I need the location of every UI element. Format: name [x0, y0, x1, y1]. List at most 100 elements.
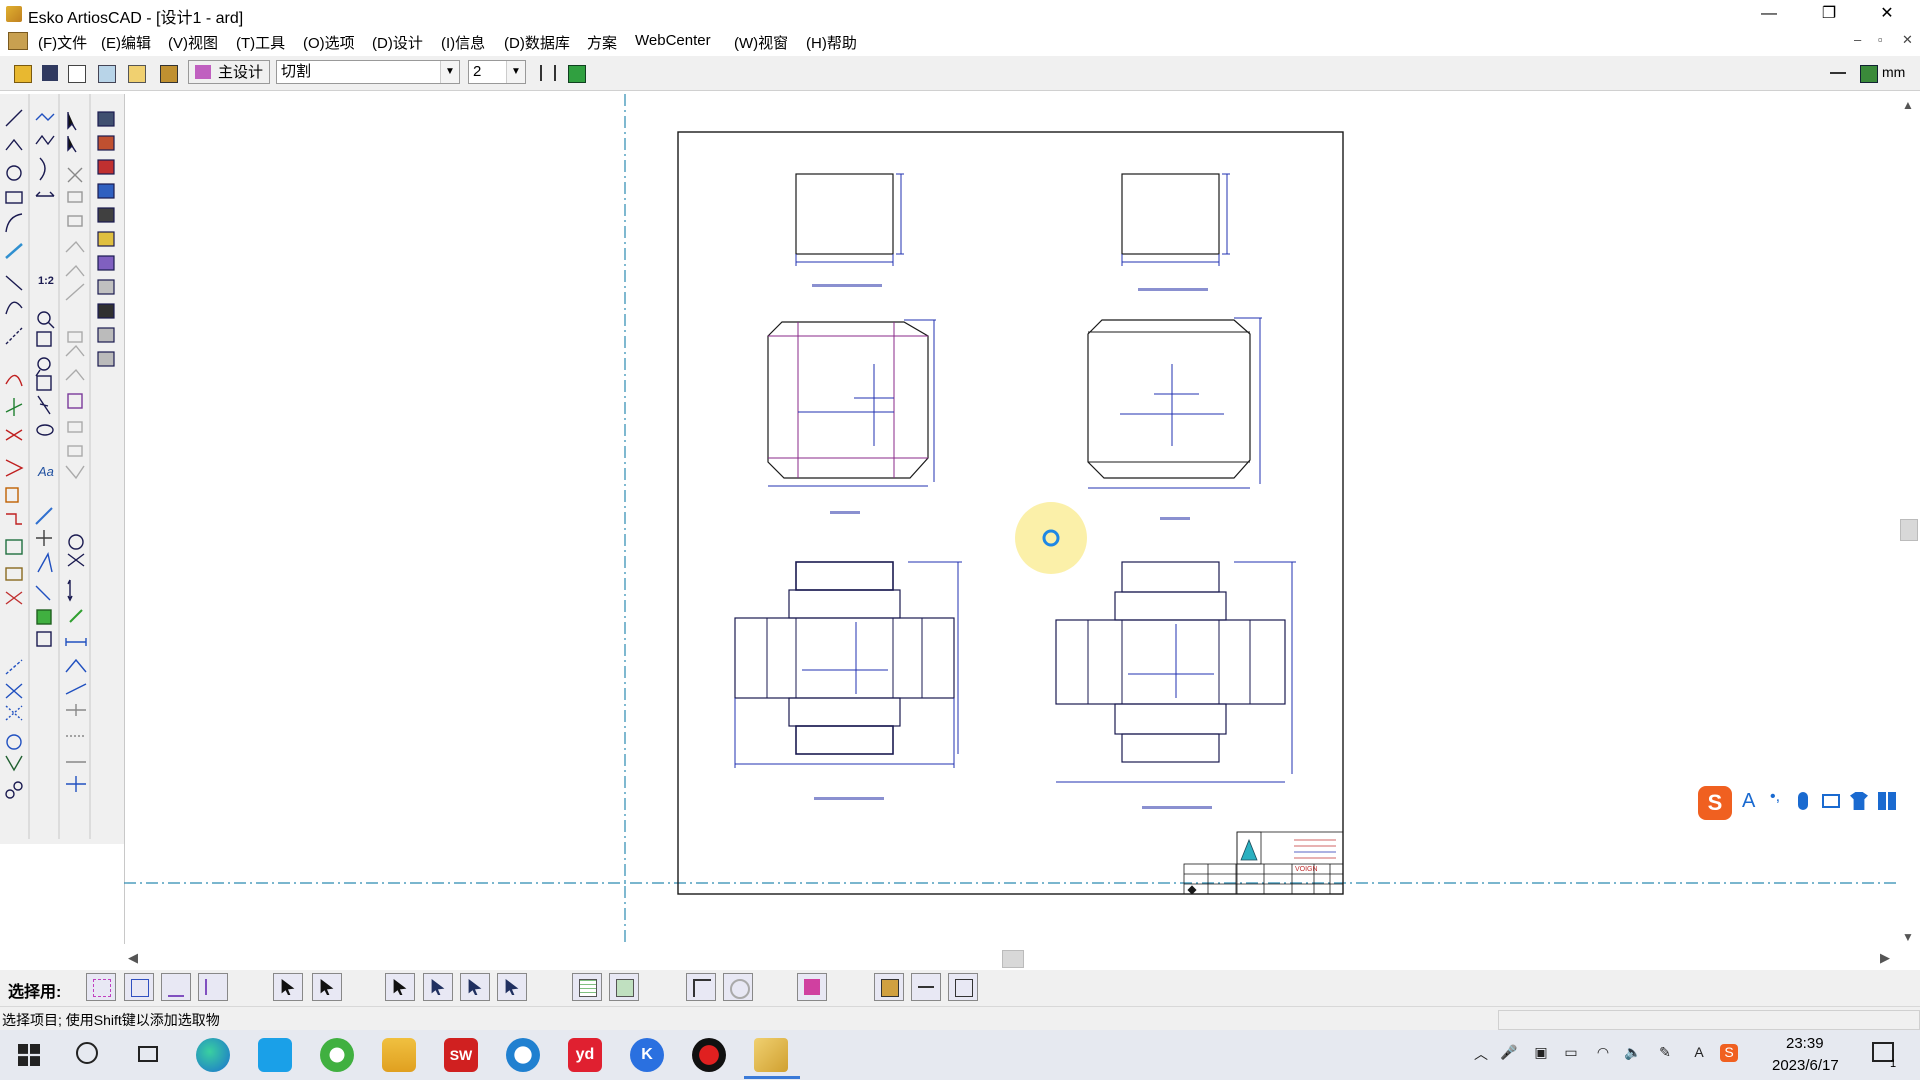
wifi-icon[interactable]: ◠	[1594, 1044, 1612, 1062]
cursor-highlight	[1015, 502, 1087, 574]
menu-window[interactable]: (W)视窗	[734, 32, 788, 53]
pen-icon[interactable]: ✎	[1656, 1044, 1674, 1062]
ime-mode-icon[interactable]: A	[1742, 790, 1755, 813]
clock-date[interactable]: 2023/6/17	[1772, 1057, 1839, 1074]
mdi-close-button[interactable]: ✕	[1902, 32, 1913, 48]
fit-page-button[interactable]	[874, 973, 904, 1001]
document-icon[interactable]	[8, 32, 28, 50]
menu-webcenter[interactable]: WebCenter	[635, 32, 711, 49]
artioscad-icon[interactable]	[754, 1038, 788, 1072]
pointer-trim-button[interactable]	[423, 973, 453, 1001]
menu-help[interactable]: (H)帮助	[806, 32, 857, 53]
menu-file[interactable]: (F)文件	[38, 32, 87, 53]
database-button[interactable]	[124, 61, 148, 85]
line-style-button[interactable]	[1826, 61, 1850, 85]
ungroup-button[interactable]	[609, 973, 639, 1001]
ime-toolbar[interactable]: S A •,	[1694, 782, 1920, 826]
select-window-button[interactable]	[124, 973, 154, 1001]
pointer-stretch-button[interactable]	[460, 973, 490, 1001]
record-icon[interactable]	[692, 1038, 726, 1072]
battery-icon[interactable]: ▭	[1562, 1044, 1580, 1062]
design-drawing[interactable]: VOIGN	[124, 94, 1896, 946]
export-button[interactable]	[64, 61, 88, 85]
minimize-button[interactable]: —	[1746, 0, 1792, 28]
microphone-icon[interactable]	[1798, 792, 1808, 810]
units-button[interactable]: mm	[1882, 64, 1905, 80]
grid-button[interactable]	[564, 61, 588, 85]
sogou-ime-icon[interactable]: S	[1698, 786, 1732, 820]
zoom-extents-button[interactable]	[948, 973, 978, 1001]
select-all-button[interactable]	[86, 973, 116, 1001]
3d-button[interactable]	[156, 61, 180, 85]
menu-tools[interactable]: (T)工具	[236, 32, 285, 53]
task-view-icon[interactable]	[138, 1046, 158, 1062]
browser-icon[interactable]	[320, 1038, 354, 1072]
line-type-select[interactable]: 切割 ▼	[276, 60, 460, 84]
maximize-button[interactable]: ❐	[1806, 0, 1852, 28]
menu-scheme[interactable]: 方案	[587, 32, 617, 53]
mdi-restore-button[interactable]: ▫	[1878, 32, 1883, 47]
corner-icon	[693, 979, 711, 997]
pointer-node-button[interactable]	[385, 973, 415, 1001]
horizontal-scroll-thumb[interactable]	[1002, 950, 1024, 968]
horizontal-scrollbar[interactable]: ◀ ▶	[124, 948, 1896, 970]
camera-tray-icon[interactable]: ▣	[1532, 1044, 1550, 1062]
chevron-up-icon[interactable]: ︿	[1472, 1044, 1490, 1062]
close-button[interactable]: ✕	[1864, 0, 1910, 28]
zoom-extents-icon	[955, 979, 973, 997]
pointer-multi-button[interactable]	[312, 973, 342, 1001]
clock-time[interactable]: 23:39	[1786, 1035, 1824, 1052]
save-button[interactable]	[38, 61, 62, 85]
nudge-button[interactable]	[536, 61, 560, 85]
scroll-up-icon[interactable]: ▲	[1902, 98, 1914, 112]
file-explorer-icon[interactable]	[382, 1038, 416, 1072]
menu-info[interactable]: (I)信息	[441, 32, 485, 53]
mdi-minimize-button[interactable]: –	[1854, 32, 1861, 47]
group-button[interactable]	[572, 973, 602, 1001]
flag-button[interactable]	[797, 973, 827, 1001]
corner-button[interactable]	[686, 973, 716, 1001]
search-icon[interactable]	[76, 1042, 98, 1064]
ime-punctuation-icon[interactable]: •,	[1770, 788, 1780, 806]
map-icon	[1860, 65, 1878, 83]
pointage-select[interactable]: 2 ▼	[468, 60, 526, 84]
layers-button[interactable]	[94, 61, 118, 85]
edge-icon[interactable]	[196, 1038, 230, 1072]
pointer-rotate-button[interactable]	[497, 973, 527, 1001]
layers-icon	[98, 65, 116, 83]
title-bar	[0, 0, 1920, 28]
select-line-button[interactable]	[161, 973, 191, 1001]
pointer-tool-button[interactable]	[273, 973, 303, 1001]
fit-width-button[interactable]	[911, 973, 941, 1001]
open-folder-button[interactable]	[10, 61, 34, 85]
menu-options[interactable]: (O)选项	[303, 32, 355, 53]
vertical-scroll-thumb[interactable]	[1900, 519, 1918, 541]
k-app-icon[interactable]: K	[630, 1038, 664, 1072]
map-button[interactable]	[1856, 61, 1880, 85]
export-icon	[68, 65, 86, 83]
toolbox-icon[interactable]	[1878, 792, 1896, 810]
solidworks-icon[interactable]: SW	[444, 1038, 478, 1072]
undo-button[interactable]	[723, 973, 753, 1001]
youdao-icon[interactable]: yd	[568, 1038, 602, 1072]
scroll-down-icon[interactable]: ▼	[1902, 930, 1914, 944]
design-sample-4	[1087, 317, 1262, 520]
trim-pointer-icon	[431, 979, 445, 995]
artioscad-app-icon[interactable]	[6, 6, 22, 22]
menu-view[interactable]: (V)视图	[168, 32, 218, 53]
ime-language-icon[interactable]: A	[1690, 1044, 1708, 1062]
scroll-left-icon[interactable]: ◀	[128, 950, 138, 966]
sogou-tray-icon[interactable]: S	[1720, 1044, 1738, 1062]
keyboard-icon[interactable]	[1822, 794, 1840, 808]
scroll-right-icon[interactable]: ▶	[1880, 950, 1890, 966]
sync-icon[interactable]	[506, 1038, 540, 1072]
microphone-tray-icon[interactable]: 🎤	[1500, 1044, 1518, 1062]
c-app-icon[interactable]	[258, 1038, 292, 1072]
skin-icon[interactable]	[1850, 792, 1868, 810]
menu-design[interactable]: (D)设计	[372, 32, 423, 53]
select-layer-button[interactable]	[198, 973, 228, 1001]
menu-database[interactable]: (D)数据库	[504, 32, 570, 53]
main-design-button[interactable]: 主设计	[188, 60, 270, 84]
menu-edit[interactable]: (E)编辑	[101, 32, 151, 53]
volume-icon[interactable]: 🔈	[1624, 1044, 1642, 1062]
